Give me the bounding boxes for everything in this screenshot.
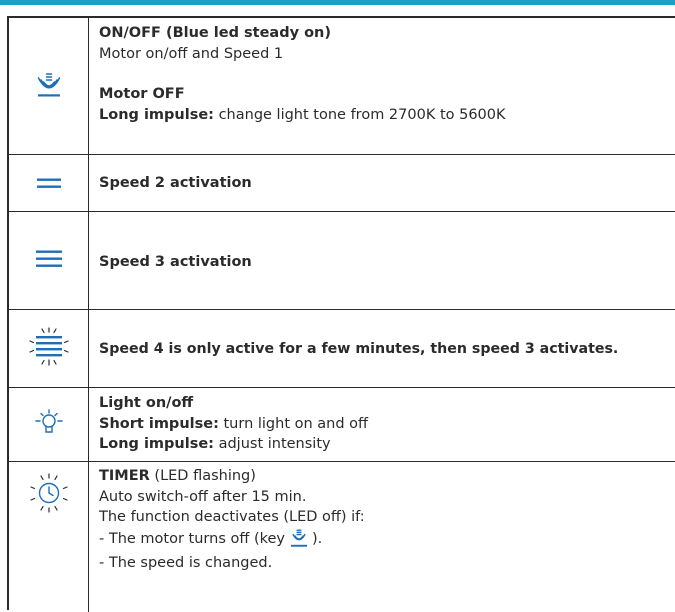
- timer-line-2: The function deactivates (LED off) if:: [99, 509, 365, 525]
- motor-off-subtitle: Motor OFF: [99, 86, 185, 102]
- text-cell: ON/OFF (Blue led steady on) Motor on/off…: [99, 23, 675, 154]
- timer-line-4: - The speed is changed.: [99, 555, 273, 571]
- speed-2-icon: [36, 174, 61, 193]
- light-bulb-icon: [34, 408, 63, 441]
- onoff-description: Motor on/off and Speed 1: [99, 45, 284, 62]
- table-row-light: Light on/off Short impulse: turn light o…: [9, 388, 675, 462]
- text-cell: Speed 3 activation: [99, 252, 675, 309]
- timer-icon: [29, 473, 69, 517]
- icon-cell: [9, 388, 89, 461]
- short-impulse-label: Short impulse:: [99, 415, 219, 432]
- text-cell: Light on/off Short impulse: turn light o…: [99, 393, 675, 461]
- timer-line-3-end: ).: [312, 530, 323, 547]
- long-impulse-text: change light tone from 2700K to 5600K: [213, 106, 506, 123]
- short-impulse-text: turn light on and off: [218, 415, 369, 432]
- long-impulse-label: Long impulse:: [99, 106, 214, 123]
- timer-title-note: (LED flashing): [149, 468, 256, 484]
- long-impulse-text: adjust intensity: [213, 436, 331, 452]
- top-accent-bar: [0, 0, 675, 5]
- text-cell: Speed 2 activation: [99, 173, 675, 211]
- timer-line-3: - The motor turns off (key: [99, 530, 285, 547]
- timer-title: TIMER: [99, 468, 150, 484]
- speed-2-text: Speed 2 activation: [99, 175, 252, 191]
- table-row-timer: TIMER (LED flashing) Auto switch-off aft…: [9, 462, 675, 612]
- long-impulse-label: Long impulse:: [99, 436, 214, 452]
- table-row-speed-4: Speed 4 is only active for a few minutes…: [9, 310, 675, 388]
- speed-4-icon: [28, 326, 69, 371]
- light-title: Light on/off: [99, 395, 194, 411]
- icon-cell: [9, 310, 89, 387]
- table-row-onoff: ON/OFF (Blue led steady on) Motor on/off…: [9, 18, 675, 155]
- icon-cell: [9, 18, 89, 154]
- speed-3-icon: [35, 250, 62, 271]
- text-cell: TIMER (LED flashing) Auto switch-off aft…: [99, 466, 675, 612]
- functions-table: ON/OFF (Blue led steady on) Motor on/off…: [7, 16, 675, 612]
- onoff-title: ON/OFF (Blue led steady on): [99, 25, 331, 41]
- motor-onoff-icon: [37, 71, 61, 101]
- timer-line-1: Auto switch-off after 15 min.: [99, 488, 307, 505]
- icon-cell: [9, 212, 89, 309]
- icon-cell: [9, 462, 89, 612]
- table-row-speed-2: Speed 2 activation: [9, 155, 675, 212]
- speed-4-text: Speed 4 is only active for a few minutes…: [99, 341, 619, 357]
- table-row-speed-3: Speed 3 activation: [9, 212, 675, 310]
- speed-3-text: Speed 3 activation: [99, 254, 252, 270]
- text-cell: Speed 4 is only active for a few minutes…: [99, 339, 675, 387]
- icon-cell: [9, 155, 89, 211]
- motor-onoff-icon: [290, 528, 308, 554]
